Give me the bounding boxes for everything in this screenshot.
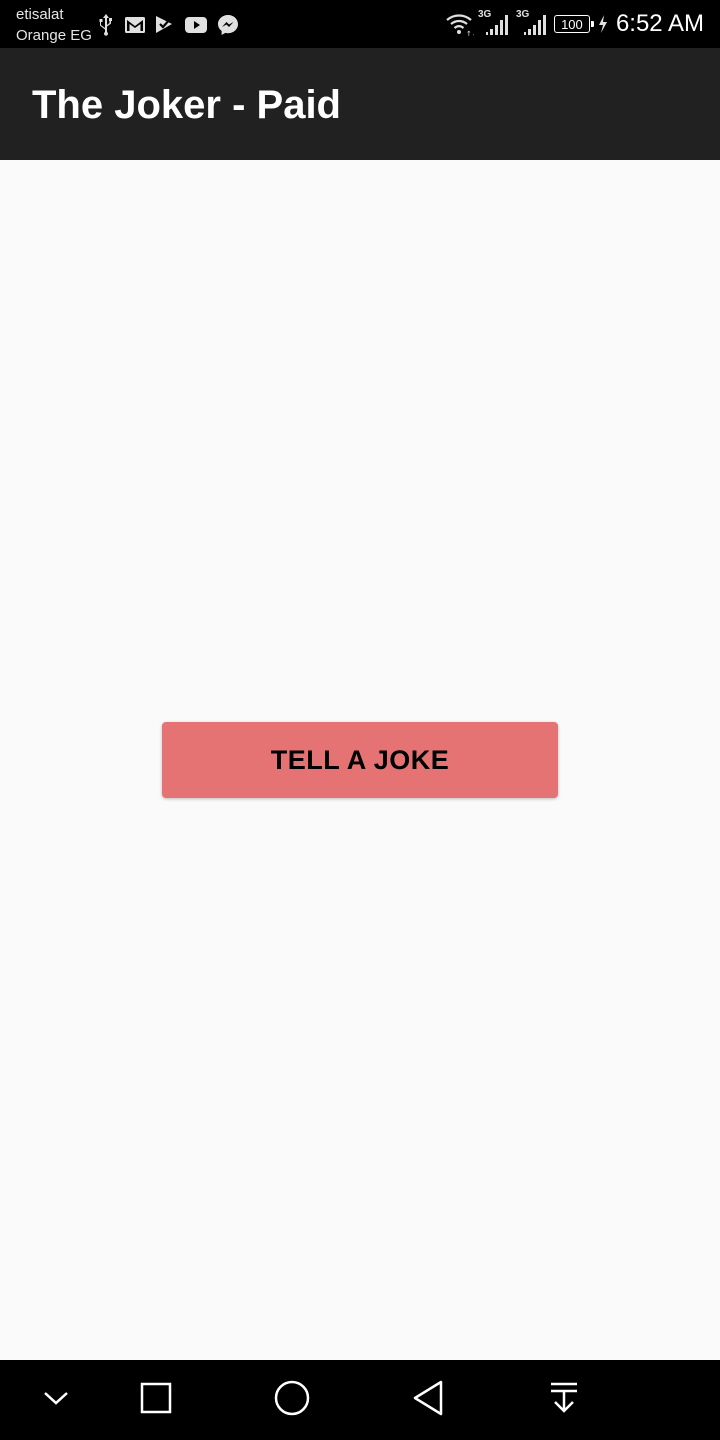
notification-pull-down-icon: [548, 1381, 580, 1420]
signal-icon: 3G: [477, 9, 512, 37]
main-content: TELL A JOKE: [0, 160, 720, 1360]
messenger-icon: [216, 13, 240, 37]
home-icon: [274, 1380, 310, 1421]
network-type-label: 3G: [477, 9, 492, 20]
recents-button[interactable]: [132, 1376, 180, 1424]
notification-pull-button[interactable]: [540, 1376, 588, 1424]
app-bar: The Joker - Paid: [0, 48, 720, 160]
signal-icon: 3G: [515, 9, 550, 37]
clock: 6:52 AM: [615, 10, 704, 37]
carrier-name-secondary: Orange EG: [16, 27, 92, 44]
battery-level: 100: [561, 16, 583, 32]
svg-text:↑↓: ↑↓: [466, 30, 474, 36]
back-button[interactable]: [404, 1376, 452, 1424]
wifi-icon: ↑↓: [444, 12, 474, 36]
youtube-icon: [184, 16, 208, 34]
carrier-name-primary: etisalat: [16, 6, 64, 23]
tell-joke-button[interactable]: TELL A JOKE: [162, 722, 558, 798]
status-bar: etisalat Orange EG ↑ 3G 3G 100 6:52 AM: [0, 0, 720, 48]
chevron-down-icon: [42, 1384, 70, 1417]
collapse-button[interactable]: [32, 1376, 80, 1424]
recents-icon: [140, 1382, 172, 1419]
carrier-info: etisalat Orange EG: [16, 4, 92, 46]
system-icons: ↑↓ 3G 3G 100: [444, 8, 704, 40]
app-title: The Joker - Paid: [32, 83, 341, 127]
tell-joke-button-label: TELL A JOKE: [270, 744, 450, 775]
notification-icons: [96, 12, 240, 38]
gmail-icon: [124, 16, 146, 34]
battery-icon: 100: [553, 15, 594, 33]
navigation-bar: [0, 1360, 720, 1440]
usb-icon: [96, 13, 116, 37]
check-play-icon: [154, 15, 176, 35]
home-button[interactable]: [268, 1376, 316, 1424]
charging-icon: [598, 14, 608, 34]
network-type-label: 3G: [515, 9, 530, 20]
back-icon: [411, 1380, 445, 1421]
